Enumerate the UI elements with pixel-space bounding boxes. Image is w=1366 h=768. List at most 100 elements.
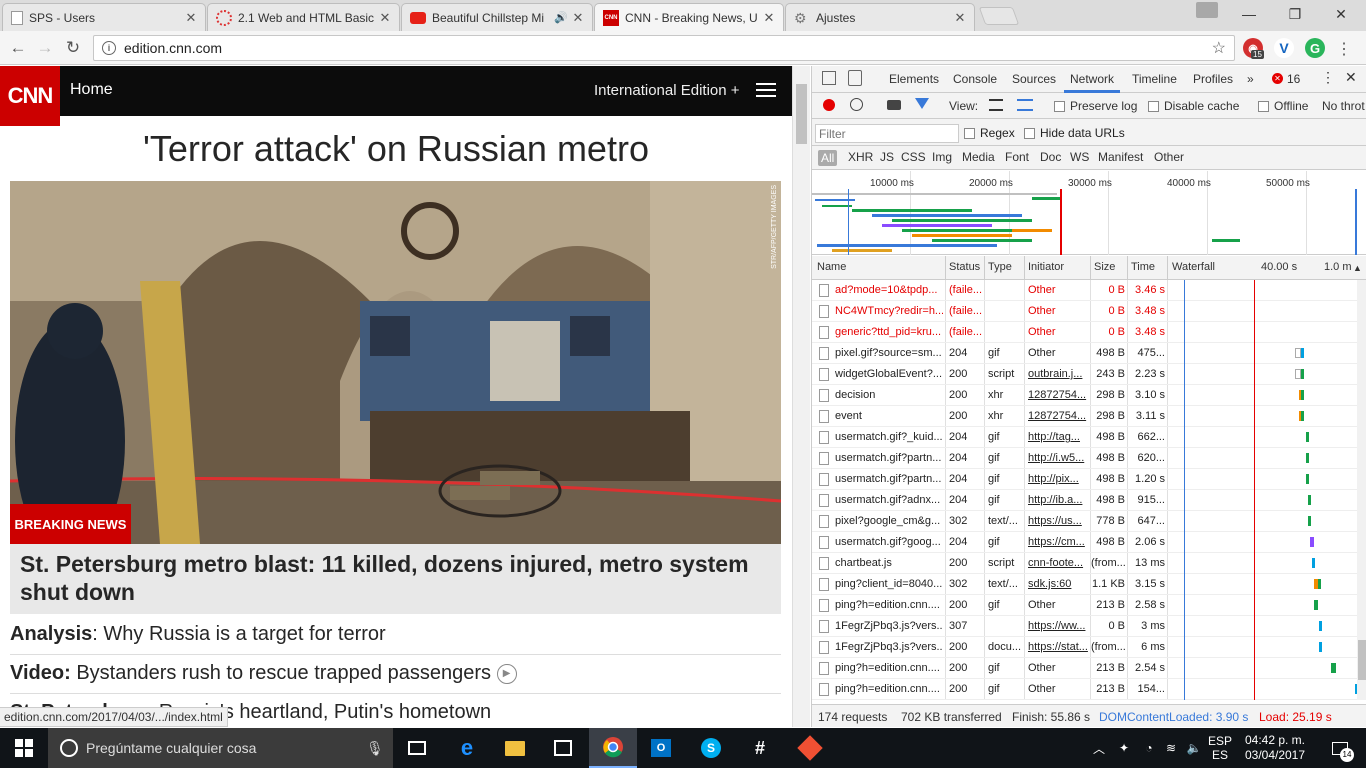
story-link-analysis[interactable]: Analysis: Why Russia is a target for ter…: [10, 623, 781, 655]
network-row[interactable]: ping?client_id=8040... 302 text/... sdk.js:…: [812, 574, 1357, 595]
network-row[interactable]: ping?h=edition.cnn.... 200 gif Other 213 B 2.…: [812, 595, 1357, 616]
microphone-icon[interactable]: 🎙: [366, 740, 384, 757]
type-ws[interactable]: WS: [1070, 150, 1089, 164]
bookmark-star-icon[interactable]: ☆: [1212, 38, 1226, 58]
type-img[interactable]: Img: [932, 150, 952, 164]
network-row[interactable]: usermatch.gif?partn... 204 gif http://i.w5.…: [812, 448, 1357, 469]
cell-initiator[interactable]: https://ww...: [1028, 620, 1088, 632]
address-bar[interactable]: i edition.cnn.com ☆: [93, 35, 1235, 61]
network-row[interactable]: ping?h=edition.cnn.... 200 gif Other 213 B 15…: [812, 679, 1357, 700]
type-js[interactable]: JS: [880, 150, 894, 164]
cnn-logo[interactable]: CNN: [0, 66, 60, 126]
device-toolbar-icon[interactable]: [848, 70, 862, 86]
filter-input[interactable]: [815, 124, 959, 143]
large-rows-icon[interactable]: [989, 99, 1003, 111]
close-icon[interactable]: ✕: [185, 10, 197, 26]
new-tab-button[interactable]: [978, 7, 1020, 25]
column-size[interactable]: Size: [1094, 261, 1115, 273]
cell-initiator[interactable]: http://tag...: [1028, 431, 1088, 443]
info-icon[interactable]: i: [102, 41, 116, 55]
cell-initiator[interactable]: cnn-foote...: [1028, 557, 1088, 569]
hide-data-urls-option[interactable]: Hide data URLs: [1024, 126, 1125, 140]
type-doc[interactable]: Doc: [1040, 150, 1061, 164]
network-row[interactable]: usermatch.gif?_kuid... 204 gif http://tag..…: [812, 427, 1357, 448]
edition-link[interactable]: International Edition +: [594, 82, 740, 99]
type-xhr[interactable]: XHR: [848, 150, 873, 164]
offline-option[interactable]: Offline: [1258, 99, 1308, 113]
network-row[interactable]: usermatch.gif?partn... 204 gif http://pix..…: [812, 469, 1357, 490]
network-overview[interactable]: 10000 ms 20000 ms 30000 ms 40000 ms 5000…: [812, 171, 1366, 255]
skype-icon[interactable]: S: [687, 728, 735, 768]
network-row[interactable]: pixel.gif?source=sm... 204 gif Other 498 B 47…: [812, 343, 1357, 364]
tab-timeline[interactable]: Timeline: [1132, 72, 1177, 86]
overview-icon[interactable]: [1017, 99, 1033, 111]
regex-option[interactable]: Regex: [964, 126, 1015, 140]
minimize-button[interactable]: —: [1226, 0, 1272, 28]
network-row[interactable]: pixel?google_cm&g... 302 text/... https://u…: [812, 511, 1357, 532]
disable-cache-option[interactable]: Disable cache: [1148, 99, 1239, 113]
tab-cnn[interactable]: CNN CNN - Breaking News, U ✕: [594, 3, 784, 32]
column-status[interactable]: Status: [949, 261, 980, 273]
forward-button[interactable]: →: [33, 36, 57, 60]
network-row[interactable]: ping?h=edition.cnn.... 200 gif Other 213 B 2.…: [812, 658, 1357, 679]
column-time[interactable]: Time: [1131, 261, 1155, 273]
cell-initiator[interactable]: https://us...: [1028, 515, 1088, 527]
edge-icon[interactable]: e: [443, 728, 491, 768]
store-icon[interactable]: [539, 728, 587, 768]
wifi-icon[interactable]: ≋: [1160, 728, 1182, 768]
record-icon[interactable]: [823, 99, 835, 111]
slack-icon[interactable]: #: [736, 728, 784, 768]
profile-icon[interactable]: [1196, 2, 1218, 18]
cell-initiator[interactable]: http://i.w5...: [1028, 452, 1088, 464]
dropbox-icon[interactable]: ✦: [1113, 728, 1135, 768]
more-tabs-icon[interactable]: »: [1247, 72, 1254, 86]
tab-sps-users[interactable]: SPS - Users ✕: [2, 3, 206, 31]
column-type[interactable]: Type: [988, 261, 1012, 273]
task-view-icon[interactable]: [393, 728, 441, 768]
hero-photo[interactable]: STR/AFP/GETTY IMAGES: [10, 181, 781, 544]
cell-initiator[interactable]: outbrain.j...: [1028, 368, 1088, 380]
cortana-search[interactable]: Pregúntame cualquier cosa 🎙: [48, 728, 393, 768]
speaker-icon[interactable]: 🔊: [554, 11, 568, 24]
hamburger-menu-icon[interactable]: [756, 83, 776, 97]
home-link[interactable]: Home: [70, 81, 113, 99]
cell-initiator[interactable]: 12872754...: [1028, 410, 1088, 422]
column-initiator[interactable]: Initiator: [1028, 261, 1064, 273]
cell-initiator[interactable]: http://ib.a...: [1028, 494, 1088, 506]
close-icon[interactable]: ✕: [763, 10, 775, 26]
tab-web-html-basics[interactable]: 2.1 Web and HTML Basic ✕: [207, 3, 400, 31]
outlook-icon[interactable]: O: [637, 728, 685, 768]
cell-initiator[interactable]: https://cm...: [1028, 536, 1088, 548]
tab-network[interactable]: Network: [1070, 72, 1114, 86]
page-scrollbar[interactable]: [792, 66, 810, 727]
type-css[interactable]: CSS: [901, 150, 926, 164]
maximize-button[interactable]: ❐: [1272, 0, 1318, 28]
git-icon[interactable]: [786, 728, 834, 768]
close-icon[interactable]: ✕: [954, 10, 966, 26]
throttle-select[interactable]: No throt: [1322, 99, 1365, 113]
network-row[interactable]: NC4WTmcy?redir=h... (faile... Other 0 B 3.48…: [812, 301, 1357, 322]
close-window-button[interactable]: ✕: [1318, 0, 1364, 28]
chrome-icon[interactable]: [589, 728, 637, 768]
column-waterfall[interactable]: Waterfall: [1172, 261, 1215, 273]
close-icon[interactable]: ✕: [572, 10, 584, 26]
windows-start-icon[interactable]: [0, 728, 48, 768]
network-row[interactable]: widgetGlobalEvent?... 200 script outbrain.j…: [812, 364, 1357, 385]
clear-icon[interactable]: [850, 98, 863, 111]
cell-initiator[interactable]: http://pix...: [1028, 473, 1088, 485]
language-indicator[interactable]: ESP ES: [1205, 728, 1235, 768]
clock[interactable]: 04:42 p. m. 03/04/2017: [1240, 728, 1310, 768]
type-media[interactable]: Media: [962, 150, 995, 164]
type-manifest[interactable]: Manifest: [1098, 150, 1143, 164]
grammarly-icon[interactable]: G: [1305, 38, 1325, 58]
main-story-link[interactable]: St. Petersburg metro blast: 11 killed, d…: [10, 544, 781, 614]
close-icon[interactable]: ✕: [379, 10, 391, 26]
volume-icon[interactable]: 🔈: [1183, 728, 1205, 768]
network-row[interactable]: event 200 xhr 12872754... 298 B 3.11 s: [812, 406, 1357, 427]
show-hidden-icons[interactable]: ︿: [1090, 728, 1108, 768]
error-icon[interactable]: ✕: [1272, 73, 1283, 84]
devtools-close-icon[interactable]: ✕: [1345, 69, 1357, 86]
cell-initiator[interactable]: 12872754...: [1028, 389, 1088, 401]
network-row[interactable]: decision 200 xhr 12872754... 298 B 3.10 s: [812, 385, 1357, 406]
filter-icon[interactable]: [915, 98, 929, 109]
